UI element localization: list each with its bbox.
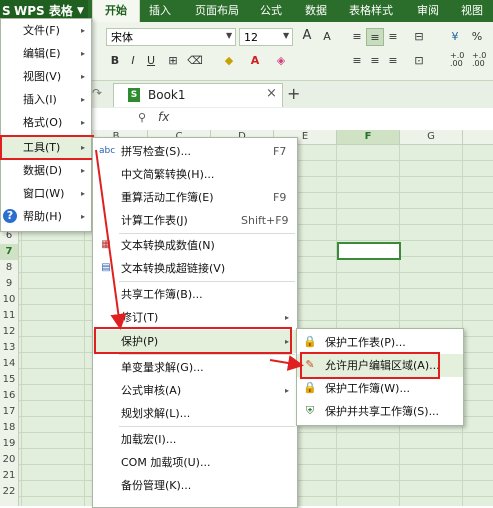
annotation-arrows xyxy=(95,149,304,371)
arrow-tools-to-protection xyxy=(95,149,127,330)
arrow-protection-to-allow-edit xyxy=(269,355,304,371)
